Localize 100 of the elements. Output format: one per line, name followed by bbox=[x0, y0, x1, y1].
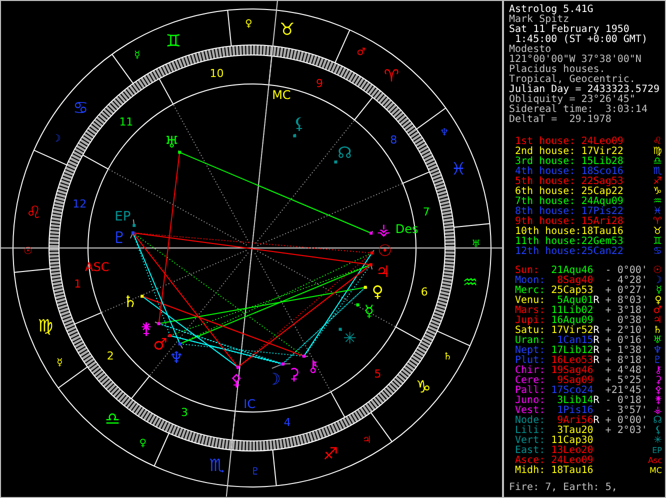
object-glyph: ♅ bbox=[653, 336, 662, 346]
position-marker bbox=[370, 230, 374, 235]
object-name: Merc: bbox=[515, 286, 546, 296]
house-label: 12th house: bbox=[515, 247, 582, 257]
object-glyph: ♆ bbox=[653, 346, 662, 356]
position-marker bbox=[178, 342, 184, 349]
retrograde-label: R bbox=[593, 396, 600, 406]
object-glyph: ♇ bbox=[653, 356, 662, 366]
latitude-value: - 0°38' bbox=[605, 316, 648, 326]
house-number: 2 bbox=[106, 349, 114, 362]
object-position: 8Sag40 bbox=[557, 276, 594, 286]
house-position: 24Leo09 bbox=[581, 137, 624, 147]
latitude-value: + 4°48' bbox=[605, 366, 648, 376]
house-label: 5th house: bbox=[515, 177, 576, 187]
object-glyph: ⚷ bbox=[654, 366, 662, 376]
object-position: 16Leo53 bbox=[551, 356, 594, 366]
planet-glyph: ♄ bbox=[123, 292, 138, 311]
object-glyph: Asc bbox=[648, 456, 662, 466]
info-text: 1:45:00 (ST +0:00 GMT) bbox=[515, 35, 648, 45]
sign-glyph: ♉ bbox=[653, 227, 662, 237]
ruler-glyph: ♀ bbox=[139, 438, 147, 450]
latitude-value: - 0°00' bbox=[605, 266, 648, 276]
position-marker bbox=[364, 286, 368, 289]
object-position: 17Sco24 bbox=[551, 386, 594, 396]
info-text: Sidereal time: 3:03:14 bbox=[509, 105, 648, 115]
object-position: 25Cap53 bbox=[551, 286, 594, 296]
zodiac-sign-glyph: ♍ bbox=[38, 316, 54, 337]
object-name: Pall: bbox=[515, 386, 546, 396]
planet-glyph: ⚷ bbox=[307, 356, 320, 376]
planet-glyph: ⚶ bbox=[376, 220, 391, 240]
object-position: 13Leo20 bbox=[551, 446, 594, 456]
planet-glyph: ☊ bbox=[338, 143, 352, 162]
house-label: 9th house: bbox=[515, 217, 576, 227]
summary-text: Fire: 7, Earth: 5, bbox=[509, 483, 618, 493]
house-position: 17Pis22 bbox=[581, 207, 624, 217]
info-text: Modesto bbox=[509, 45, 552, 55]
object-name: Juno: bbox=[515, 396, 546, 406]
retrograde-label: R bbox=[593, 356, 600, 366]
object-glyph: ⚶ bbox=[654, 406, 662, 416]
house-label: 11th house: bbox=[515, 237, 582, 247]
planet-glyph: ⚸ bbox=[293, 114, 306, 134]
house-position: 25Can22 bbox=[581, 247, 624, 257]
latitude-value: + 0°16' bbox=[605, 336, 648, 346]
house-position: 17Vir22 bbox=[581, 147, 624, 157]
object-position: 9Sag09 bbox=[557, 376, 594, 386]
planet-glyph: ✳ bbox=[343, 328, 357, 348]
ruler-glyph: ♂ bbox=[356, 46, 366, 58]
house-label: 3rd house: bbox=[515, 157, 576, 167]
ruler-glyph: ♃ bbox=[362, 434, 372, 446]
position-marker bbox=[293, 133, 296, 138]
object-glyph: ☊ bbox=[653, 416, 662, 426]
house-position: 15Ari28 bbox=[581, 217, 624, 227]
latitude-value: + 5°25' bbox=[605, 376, 648, 386]
object-glyph: ⚴ bbox=[654, 386, 662, 396]
retrograde-label: R bbox=[593, 416, 600, 426]
info-text: Obliquity = 23°26'45" bbox=[509, 95, 636, 105]
info-text: Tropical, Geocentric. bbox=[509, 75, 636, 85]
latitude-value: - 0°18' bbox=[605, 396, 648, 406]
house-number: 11 bbox=[119, 116, 134, 129]
zodiac-sign-glyph: ♐ bbox=[323, 444, 338, 465]
house-number: 6 bbox=[420, 286, 428, 299]
object-position: 11Lib02 bbox=[551, 306, 594, 316]
object-position: 18Tau16 bbox=[551, 466, 594, 476]
latitude-value: +21°45' bbox=[605, 386, 648, 396]
object-position: 21Aqu46 bbox=[551, 266, 594, 276]
position-marker bbox=[369, 263, 373, 270]
angle-label: MC bbox=[272, 88, 291, 102]
ruler-glyph: ♆ bbox=[440, 128, 449, 139]
zodiac-sign-glyph: ♋ bbox=[73, 98, 88, 118]
house-label: 6th house: bbox=[515, 187, 576, 197]
zodiac-sign-glyph: ♒ bbox=[462, 273, 478, 294]
sign-glyph: ♓ bbox=[653, 207, 662, 217]
info-text: 121°00'00"W 37°38'00"N bbox=[509, 55, 642, 65]
planet-glyph: ⚳ bbox=[288, 364, 300, 384]
position-marker bbox=[178, 150, 182, 154]
position-marker bbox=[167, 334, 172, 338]
latitude-value: + 0°27' bbox=[605, 286, 648, 296]
house-number: 8 bbox=[390, 134, 398, 147]
latitude-value: + 3°18' bbox=[605, 306, 648, 316]
latitude-value: + 0°00' bbox=[605, 416, 648, 426]
house-label: 1st house: bbox=[515, 137, 576, 147]
object-name: Cere: bbox=[515, 376, 546, 386]
planet-glyph: ☿ bbox=[364, 301, 374, 320]
object-glyph: ☉ bbox=[653, 266, 662, 276]
house-number: 9 bbox=[316, 76, 323, 90]
planet-glyph: ♀ bbox=[372, 282, 384, 302]
house-number: 1 bbox=[74, 277, 82, 290]
object-name: Chir: bbox=[515, 366, 546, 376]
ruler-glyph: ♇ bbox=[250, 466, 260, 478]
object-name: Moon: bbox=[515, 276, 546, 286]
planet-glyph: ♆ bbox=[169, 348, 184, 367]
info-text: Mark Spitz bbox=[509, 15, 570, 25]
object-glyph: EP bbox=[652, 446, 662, 456]
planet-glyph: ♃ bbox=[376, 262, 390, 281]
house-position: 24Aqu09 bbox=[581, 197, 624, 207]
object-name: Mars: bbox=[515, 306, 546, 316]
zodiac-sign-glyph: ♊ bbox=[166, 31, 181, 52]
object-position: 16Aqu09 bbox=[551, 316, 594, 326]
latitude-value: - 3°57' bbox=[605, 406, 648, 416]
object-name: Asce: bbox=[515, 456, 546, 466]
